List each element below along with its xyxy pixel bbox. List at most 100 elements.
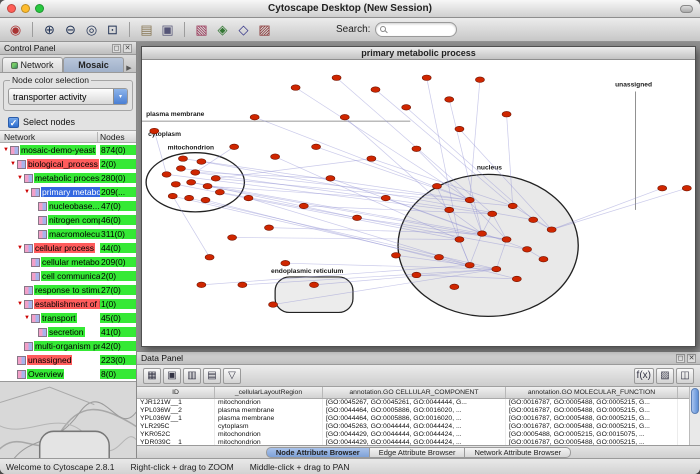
select-nodes-option[interactable]: ✓ Select nodes	[0, 114, 136, 130]
expander-icon[interactable]: ▼	[16, 245, 24, 251]
zoom-window-button[interactable]	[35, 4, 44, 13]
expander-icon[interactable]: ▼	[16, 301, 24, 307]
layout-icon[interactable]: ◇	[234, 20, 253, 39]
expander-icon[interactable]: ▼	[23, 315, 31, 321]
network-node[interactable]	[271, 154, 280, 160]
network-node[interactable]	[412, 146, 421, 152]
network-node[interactable]	[367, 156, 376, 162]
open-network-icon[interactable]: ◉	[6, 20, 25, 39]
network-node[interactable]	[658, 185, 667, 191]
network-node[interactable]	[197, 282, 206, 288]
network-node[interactable]	[162, 172, 171, 178]
network-node[interactable]	[512, 276, 521, 282]
table-row[interactable]: YDR039C__1mitochondrion[GO:0044429, GO:0…	[137, 439, 700, 445]
tree-row[interactable]: ▼cellular process44(0)	[0, 241, 136, 255]
attribute-rows-icon[interactable]: ▤	[203, 368, 221, 384]
network-node[interactable]	[422, 75, 431, 81]
network-node[interactable]	[682, 185, 691, 191]
network-node[interactable]	[412, 272, 421, 278]
tree-row[interactable]: multi-organism pro...42(0)	[0, 339, 136, 353]
network-node[interactable]	[171, 182, 180, 188]
network-node[interactable]	[150, 128, 159, 134]
network-node[interactable]	[250, 114, 259, 120]
table-scrollbar-thumb[interactable]	[691, 388, 699, 414]
float-panel-icon[interactable]: ◻	[676, 354, 685, 363]
search-input[interactable]	[375, 22, 457, 37]
tab-edge-attribute-browser[interactable]: Edge Attribute Browser	[370, 447, 466, 458]
create-attribute-icon[interactable]: ▣	[163, 368, 181, 384]
table-column-header[interactable]: annotation.GO MOLECULAR_FUNCTION	[506, 387, 678, 398]
tree-row[interactable]: ▼establishment of l...1(0)	[0, 297, 136, 311]
table-row[interactable]: YLR295Ccytoplasm[GO:0045263, GO:0044444,…	[137, 423, 700, 431]
network-canvas[interactable]: plasma membranecytoplasmmitochondrionnuc…	[142, 60, 695, 346]
function-builder-icon[interactable]: f(x)	[634, 368, 654, 384]
network-node[interactable]	[197, 159, 206, 165]
network-node[interactable]	[539, 256, 548, 262]
network-node[interactable]	[244, 195, 253, 201]
network-node[interactable]	[475, 77, 484, 83]
network-node[interactable]	[445, 97, 454, 103]
network-node[interactable]	[502, 237, 511, 243]
float-panel-icon[interactable]: ◻	[112, 44, 121, 53]
network-node[interactable]	[492, 266, 501, 272]
tab-mosaic[interactable]: Mosaic	[63, 57, 124, 72]
network-node[interactable]	[508, 203, 517, 209]
annotation-icon[interactable]: ▤	[137, 20, 156, 39]
tab-network-attribute-browser[interactable]: Network Attribute Browser	[465, 447, 571, 458]
network-node[interactable]	[353, 215, 362, 221]
expander-icon[interactable]: ▼	[16, 175, 24, 181]
tree-row[interactable]: macromolecule...311(0)	[0, 227, 136, 241]
tree-row[interactable]: ▼transport45(0)	[0, 311, 136, 325]
table-column-header[interactable]: ID	[137, 387, 215, 398]
tree-row[interactable]: cell communicat...2(0)	[0, 269, 136, 283]
vizmapper-icon[interactable]: ▧	[192, 20, 211, 39]
import-attributes-icon[interactable]: ▨	[656, 368, 674, 384]
network-node[interactable]	[402, 105, 411, 111]
network-node[interactable]	[291, 85, 300, 91]
tree-row[interactable]: Overview8(0)	[0, 367, 136, 381]
node-color-dropdown[interactable]: transporter activity ▾	[8, 88, 128, 105]
filter-icon[interactable]: ◈	[213, 20, 232, 39]
close-panel-icon[interactable]: ✕	[123, 44, 132, 53]
network-node[interactable]	[205, 254, 214, 260]
network-node[interactable]	[455, 237, 464, 243]
plugin-icon[interactable]: ▨	[255, 20, 274, 39]
tree-row[interactable]: unassigned223(0)	[0, 353, 136, 367]
network-node[interactable]	[215, 189, 224, 195]
network-node[interactable]	[455, 126, 464, 132]
table-scrollbar[interactable]	[689, 387, 700, 445]
tree-row[interactable]: ▼biological_process2(0)	[0, 157, 136, 171]
network-node[interactable]	[450, 284, 459, 290]
network-node[interactable]	[187, 180, 196, 186]
birdseye-view[interactable]	[0, 381, 136, 458]
network-node[interactable]	[432, 183, 441, 189]
tree-row[interactable]: nucleobase...47(0)	[0, 199, 136, 213]
network-node[interactable]	[434, 254, 443, 260]
network-node[interactable]	[168, 193, 177, 199]
network-node[interactable]	[547, 227, 556, 233]
window-titlebar[interactable]: Cytoscape Desktop (New Session)	[0, 0, 700, 18]
tree-row[interactable]: secretion41(0)	[0, 325, 136, 339]
network-node[interactable]	[465, 197, 474, 203]
tab-scroll-right-icon[interactable]: ▶	[124, 64, 134, 72]
network-node[interactable]	[201, 197, 210, 203]
tree-row[interactable]: ▼mosaic-demo-yeast874(0)	[0, 143, 136, 157]
expander-icon[interactable]: ▼	[9, 161, 17, 167]
network-window-titlebar[interactable]: primary metabolic process	[142, 47, 695, 60]
network-node[interactable]	[445, 207, 454, 213]
network-node[interactable]	[191, 170, 200, 176]
network-node[interactable]	[269, 302, 278, 308]
close-panel-icon[interactable]: ✕	[687, 354, 696, 363]
network-node[interactable]	[312, 144, 321, 150]
zoom-out-icon[interactable]: ⊖	[61, 20, 80, 39]
tree-row[interactable]: nitrogen compo...46(0)	[0, 213, 136, 227]
network-node[interactable]	[381, 195, 390, 201]
network-node[interactable]	[281, 260, 290, 266]
table-column-header[interactable]: _cellularLayoutRegion	[215, 387, 323, 398]
minimize-window-button[interactable]	[21, 4, 30, 13]
network-node[interactable]	[502, 111, 511, 117]
tab-network[interactable]: Network	[2, 57, 63, 72]
zoom-in-icon[interactable]: ⊕	[40, 20, 59, 39]
network-node[interactable]	[185, 195, 194, 201]
network-node[interactable]	[523, 247, 532, 253]
